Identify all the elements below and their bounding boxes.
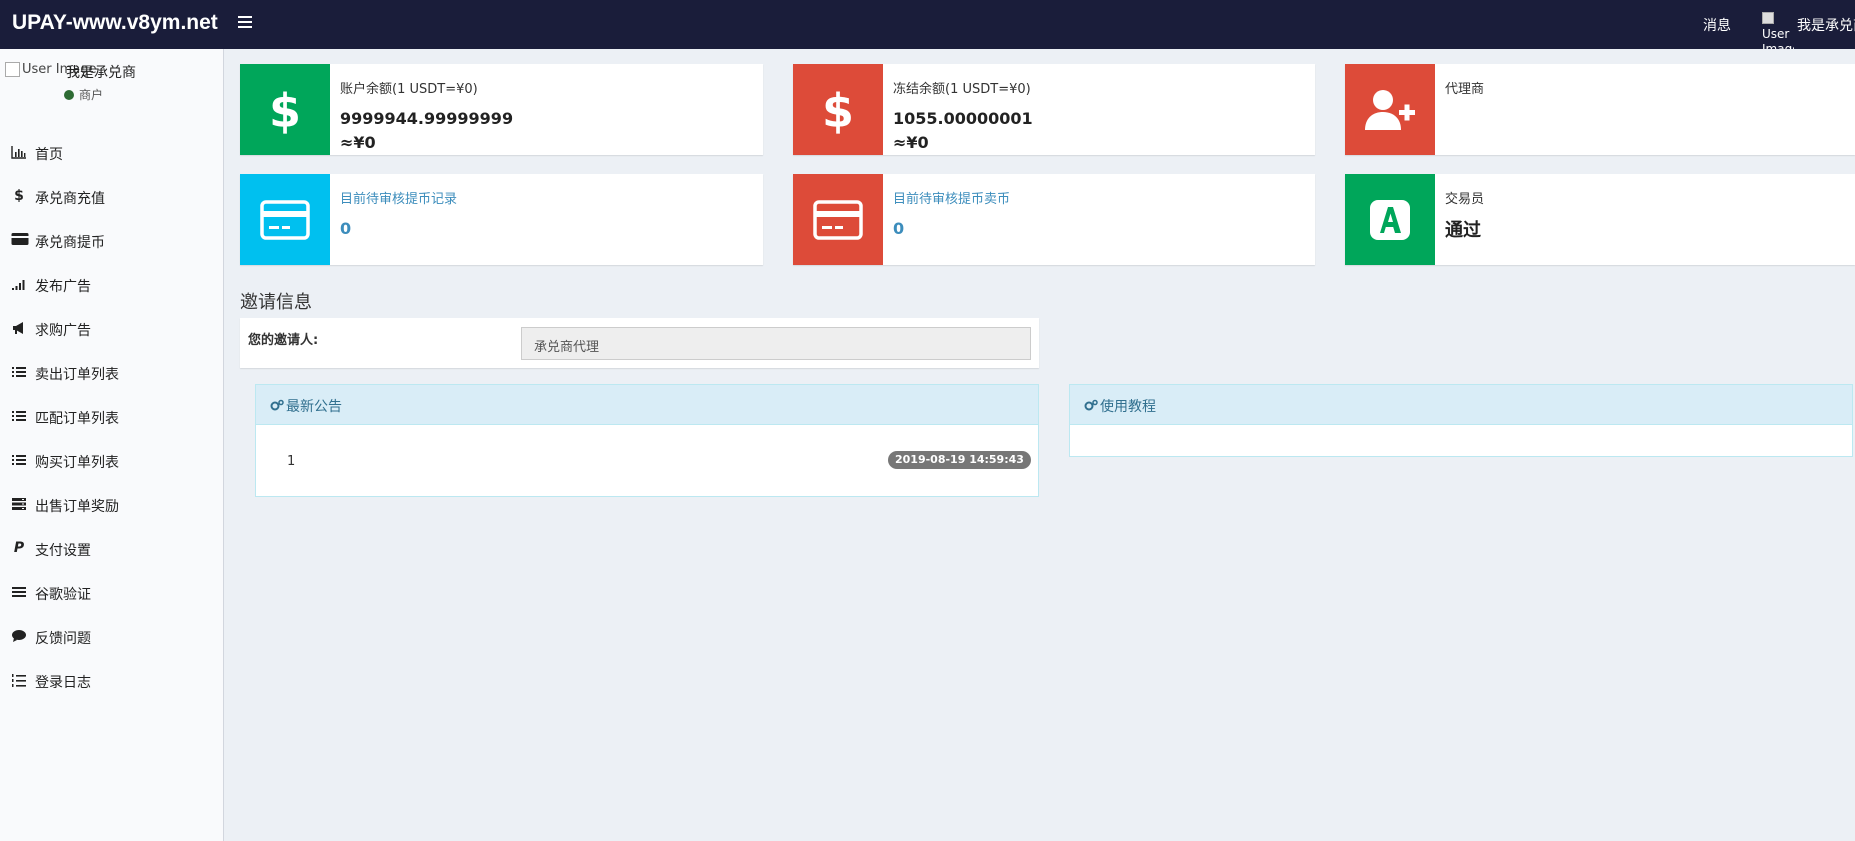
comment-icon (11, 628, 27, 644)
top-navbar: UPAY-www.v8ym.net 消息 User Image 我是承兑商 (0, 0, 1855, 49)
list-icon (11, 452, 27, 468)
sidebar-item-label: 购买订单列表 (35, 455, 119, 471)
dollar-icon: $ (793, 64, 883, 155)
sidebar-item-label: 匹配订单列表 (35, 411, 119, 427)
pending-sell-value: 0 (893, 219, 905, 238)
user-plus-icon (1345, 64, 1435, 155)
invite-section-title: 邀请信息 (240, 292, 312, 313)
sidebar: User Image 我是承兑商 商户 首页 $ 承兑商充值 承兑商提币 发布广… (0, 49, 224, 841)
dollar-icon: $ (240, 64, 330, 155)
sidebar-item-label: 反馈问题 (35, 631, 91, 647)
user-avatar-alt: User Image (1762, 27, 1794, 49)
account-balance-cny: ≈¥0 (340, 133, 376, 152)
list-icon (11, 408, 27, 424)
server-icon (11, 496, 27, 512)
bars-icon (11, 584, 27, 600)
frozen-balance-value: 1055.00000001 (893, 109, 1033, 128)
pending-withdraw-link[interactable]: 目前待审核提币记录 (340, 188, 457, 207)
status-dot-icon (64, 90, 74, 100)
brand-logo[interactable]: UPAY-www.v8ym.net (12, 11, 218, 35)
sidebar-item-home[interactable]: 首页 (0, 131, 224, 175)
sidebar-item-label: 首页 (35, 147, 63, 163)
tutorial-panel: 使用教程 (1069, 384, 1853, 457)
announcement-panel-title: 最新公告 (286, 399, 342, 415)
credit-card-icon (793, 174, 883, 265)
svg-text:$: $ (269, 84, 301, 136)
sidebar-item-label: 承兑商提币 (35, 235, 105, 251)
bullhorn-icon (11, 320, 27, 336)
agent-box: 代理商 (1345, 64, 1855, 155)
sidebar-item-label: 求购广告 (35, 323, 91, 339)
account-balance-value: 9999944.99999999 (340, 109, 514, 128)
sidebar-menu: 首页 $ 承兑商充值 承兑商提币 发布广告 求购广告 卖出订单列表 匹配订单列表… (0, 131, 224, 703)
gears-icon (270, 399, 284, 415)
sidebar-item-label: 谷歌验证 (35, 587, 91, 603)
tutorial-panel-title: 使用教程 (1100, 399, 1156, 415)
svg-text:$: $ (822, 84, 854, 136)
bar-chart-icon (11, 144, 27, 160)
announcement-panel: 最新公告 1 2019-08-19 14:59:43 (255, 384, 1039, 497)
user-panel: User Image 我是承兑商 商户 (0, 49, 224, 109)
sidebar-item-sell-orders[interactable]: 卖出订单列表 (0, 351, 224, 395)
pending-sell-box: 目前待审核提币卖币 0 (793, 174, 1315, 265)
account-balance-label: 账户余额(1 USDT=¥0) (340, 82, 478, 97)
gears-icon (1084, 399, 1098, 415)
user-avatar[interactable]: User Image (1762, 12, 1794, 49)
agent-label: 代理商 (1445, 82, 1485, 97)
sidebar-item-match-orders[interactable]: 匹配订单列表 (0, 395, 224, 439)
sidebar-item-label: 卖出订单列表 (35, 367, 119, 383)
announcement-item-text[interactable]: 1 (287, 454, 295, 469)
sidebar-toggle-icon[interactable] (238, 16, 252, 32)
paypal-icon: P (13, 540, 25, 556)
credit-card-icon (240, 174, 330, 265)
list-icon (11, 364, 27, 380)
pending-withdraw-value: 0 (340, 219, 352, 238)
inviter-label: 您的邀请人: (248, 333, 319, 348)
dollar-icon: $ (14, 188, 24, 204)
broken-image-icon (1762, 12, 1774, 24)
user-menu-name[interactable]: 我是承兑商 (1797, 15, 1855, 35)
signal-icon (11, 276, 27, 292)
credit-card-icon (11, 232, 29, 248)
user-status-label: 商户 (79, 88, 104, 102)
sidebar-item-google-auth[interactable]: 谷歌验证 (0, 571, 224, 615)
app-a-icon (1345, 174, 1435, 265)
sidebar-item-withdraw[interactable]: 承兑商提币 (0, 219, 224, 263)
sidebar-item-label: 发布广告 (35, 279, 91, 295)
sidebar-item-label: 登录日志 (35, 675, 91, 691)
sidebar-item-label: 支付设置 (35, 543, 91, 559)
sidebar-user-name: 我是承兑商 (66, 65, 136, 81)
sidebar-item-payment-settings[interactable]: P 支付设置 (0, 527, 224, 571)
sidebar-item-feedback[interactable]: 反馈问题 (0, 615, 224, 659)
trader-label: 交易员 (1445, 192, 1485, 207)
sidebar-item-login-log[interactable]: 登录日志 (0, 659, 224, 703)
tutorial-panel-header: 使用教程 (1070, 385, 1852, 425)
sidebar-item-label: 承兑商充值 (35, 191, 105, 207)
pending-sell-link[interactable]: 目前待审核提币卖币 (893, 188, 1010, 207)
frozen-balance-label: 冻结余额(1 USDT=¥0) (893, 82, 1031, 97)
broken-image-icon (5, 62, 20, 77)
announcement-panel-header: 最新公告 (256, 385, 1038, 425)
inviter-field[interactable]: 承兑商代理 (521, 327, 1031, 360)
sidebar-item-buy-ad[interactable]: 求购广告 (0, 307, 224, 351)
messages-link[interactable]: 消息 (1703, 15, 1731, 35)
announcement-date-badge: 2019-08-19 14:59:43 (888, 451, 1031, 469)
frozen-balance-box: $ 冻结余额(1 USDT=¥0) 1055.00000001 ≈¥0 (793, 64, 1315, 155)
sidebar-item-sell-rewards[interactable]: 出售订单奖励 (0, 483, 224, 527)
pending-withdraw-box: 目前待审核提币记录 0 (240, 174, 763, 265)
trader-status-value: 通过 (1445, 220, 1481, 241)
sidebar-item-publish-ad[interactable]: 发布广告 (0, 263, 224, 307)
invite-box: 您的邀请人: 承兑商代理 (240, 318, 1039, 368)
user-status: 商户 (64, 86, 103, 103)
frozen-balance-cny: ≈¥0 (893, 133, 929, 152)
sidebar-item-recharge[interactable]: $ 承兑商充值 (0, 175, 224, 219)
trader-box: 交易员 通过 (1345, 174, 1855, 265)
account-balance-box: $ 账户余额(1 USDT=¥0) 9999944.99999999 ≈¥0 (240, 64, 763, 155)
sidebar-item-buy-orders[interactable]: 购买订单列表 (0, 439, 224, 483)
sidebar-item-label: 出售订单奖励 (35, 499, 119, 515)
list-ol-icon (11, 672, 27, 688)
